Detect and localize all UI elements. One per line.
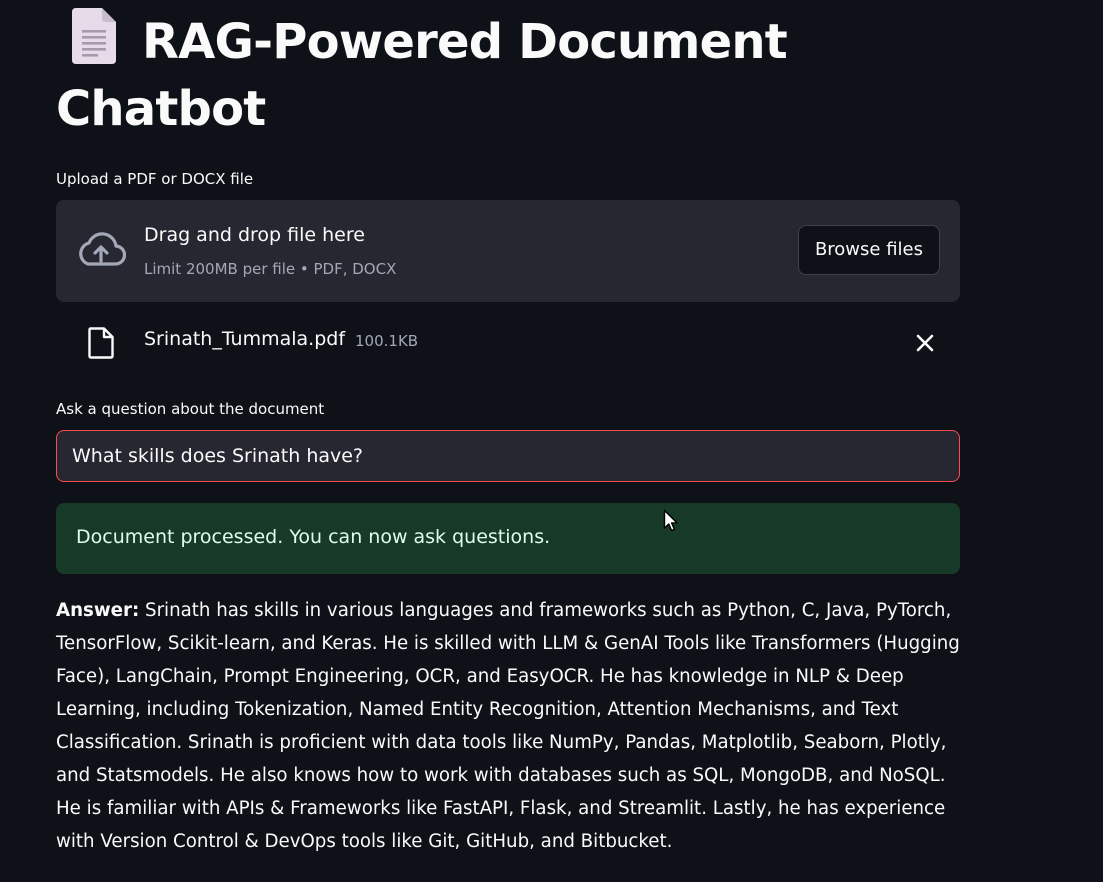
status-message: Document processed. You can now ask ques… xyxy=(76,526,551,548)
scrollbar-track[interactable] xyxy=(1093,0,1103,882)
answer-label: Answer: xyxy=(56,600,140,621)
file-icon xyxy=(88,327,114,359)
dropzone-limit-text: Limit 200MB per file • PDF, DOCX xyxy=(144,260,397,278)
close-icon[interactable] xyxy=(912,330,938,356)
browse-files-button[interactable]: Browse files xyxy=(797,225,940,275)
file-dropzone[interactable]: Drag and drop file here Limit 200MB per … xyxy=(56,200,960,302)
status-success-alert: Document processed. You can now ask ques… xyxy=(56,503,960,574)
mouse-pointer-icon xyxy=(663,509,678,532)
dropzone-title: Drag and drop file here xyxy=(144,224,365,246)
answer-text-block: Answer: Srinath has skills in various la… xyxy=(56,594,960,858)
uploader-label: Upload a PDF or DOCX file xyxy=(56,170,254,188)
page-title: RAG-Powered Document Chatbot xyxy=(56,8,816,143)
page-title-text: RAG-Powered Document Chatbot xyxy=(56,14,788,137)
cloud-upload-icon xyxy=(79,232,126,266)
uploaded-file-size: 100.1KB xyxy=(355,332,419,350)
question-label: Ask a question about the document xyxy=(56,400,325,418)
document-icon xyxy=(72,8,116,64)
answer-text: Srinath has skills in various languages … xyxy=(56,600,960,852)
uploaded-file-name: Srinath_Tummala.pdf xyxy=(144,328,346,350)
uploaded-file-row: Srinath_Tummala.pdf 100.1KB xyxy=(56,318,960,366)
question-input[interactable] xyxy=(56,430,960,482)
